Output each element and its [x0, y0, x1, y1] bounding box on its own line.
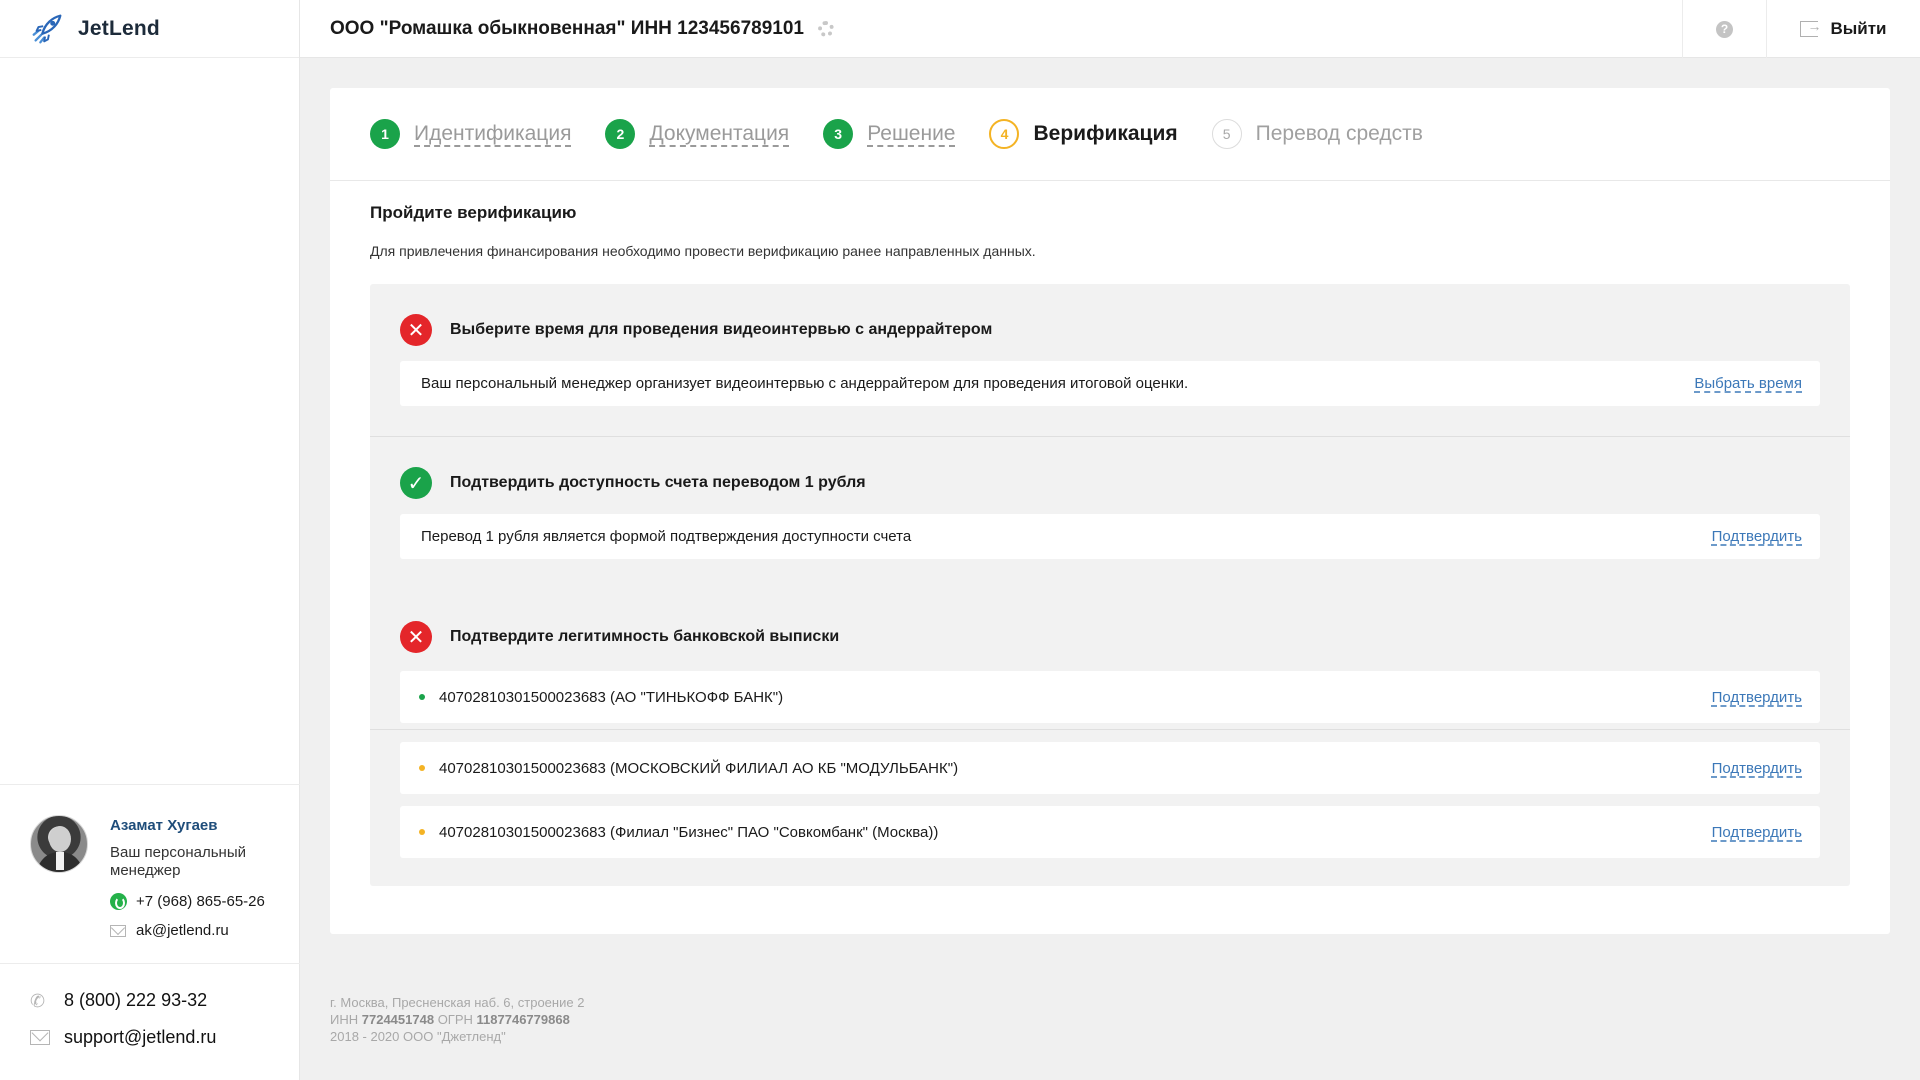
step-label: Документация: [649, 122, 790, 145]
logout-label: Выйти: [1830, 19, 1887, 38]
step-number: 3: [823, 119, 854, 149]
company-title: ООО "Ромашка обыкновенная" ИНН 123456789…: [330, 17, 804, 39]
support-email-text: support@jetlend.ru: [64, 1027, 217, 1047]
logo-text: JetLend: [78, 16, 160, 40]
step-label: Перевод средств: [1255, 122, 1423, 145]
step-number: 5: [1211, 119, 1242, 149]
help-button[interactable]: ?: [1682, 0, 1766, 58]
avatar: [30, 815, 88, 873]
confirm-link[interactable]: Подтвердить: [1712, 528, 1802, 545]
mail-icon: [30, 1030, 50, 1045]
step-verification: 4 Верификация: [989, 119, 1178, 149]
footer-registration: ИНН 7724451748 ОГРН 1187746779868: [330, 1012, 570, 1027]
step-decision[interactable]: 3 Решение: [823, 119, 955, 149]
manager-phone-text: +7 (968) 865-65-26: [136, 893, 265, 910]
step-documentation[interactable]: 2 Документация: [605, 119, 789, 149]
footer-copyright: 2018 - 2020 ООО "Джетленд": [330, 1029, 506, 1044]
logout-icon: [1800, 18, 1821, 37]
header: ООО "Ромашка обыкновенная" ИНН 123456789…: [300, 0, 1920, 58]
whatsapp-icon: [110, 893, 127, 910]
personal-manager: Азамат Хугаев Ваш персональный менеджер …: [0, 784, 300, 964]
table-row: 40702810301500023683 (АО "ТИНЬКОФФ БАНК"…: [400, 671, 1820, 723]
stepper: 1 Идентификация 2 Документация 3 Решение…: [330, 88, 1890, 181]
manager-name: Азамат Хугаев: [110, 817, 218, 834]
logo[interactable]: JetLend: [0, 0, 299, 58]
confirm-link[interactable]: Подтвердить: [1712, 689, 1802, 706]
section-title: Подтвердите легитимность банковской выпи…: [450, 628, 840, 645]
status-dot: [419, 765, 425, 771]
verification-card: 1 Идентификация 2 Документация 3 Решение…: [330, 88, 1890, 934]
step-label: Решение: [867, 122, 956, 145]
row-text: Ваш персональный менеджер организует вид…: [421, 375, 1189, 392]
list-item: Ваш персональный менеджер организует вид…: [400, 361, 1820, 406]
account-text: 40702810301500023683 (Филиал "Бизнес" ПА…: [439, 823, 939, 841]
status-dot: [419, 694, 425, 700]
page-title: Пройдите верификацию: [370, 203, 577, 222]
logout-button[interactable]: Выйти: [1766, 0, 1920, 58]
step-number: 1: [370, 119, 400, 149]
cross-icon: ✕: [400, 314, 432, 346]
sidebar: JetLend Азамат Хугаев Ваш персональный м…: [0, 0, 300, 1080]
account-text: 40702810301500023683 (АО "ТИНЬКОФФ БАНК"…: [439, 688, 784, 706]
section-video-interview: ✕ Выберите время для проведения видеоинт…: [370, 284, 1850, 437]
step-identification[interactable]: 1 Идентификация: [370, 119, 571, 149]
table-row: 40702810301500023683 (Филиал "Бизнес" ПА…: [400, 806, 1820, 858]
status-dot: [419, 829, 425, 835]
step-number: 2: [605, 119, 636, 149]
section-title: Подтвердить доступность счета переводом …: [450, 474, 866, 491]
cross-icon: ✕: [400, 621, 432, 653]
page-subtitle: Для привлечения финансирования необходим…: [370, 243, 1036, 259]
support-email[interactable]: support@jetlend.ru: [30, 1027, 216, 1048]
confirm-link[interactable]: Подтвердить: [1712, 824, 1802, 841]
support-phone-text: 8 (800) 222 93-32: [64, 990, 208, 1010]
help-icon: ?: [1716, 20, 1733, 38]
table-row: 40702810301500023683 (МОСКОВСКИЙ ФИЛИАЛ …: [400, 742, 1820, 794]
support-contacts: ✆ 8 (800) 222 93-32 support@jetlend.ru: [30, 990, 216, 1064]
section-ruble-transfer: ✓ Подтвердить доступность счета переводо…: [370, 437, 1850, 587]
gear-icon[interactable]: [817, 20, 834, 37]
confirm-link[interactable]: Подтвердить: [1712, 760, 1802, 777]
footer-inn: 7724451748: [361, 1012, 435, 1027]
row-text: Перевод 1 рубля является формой подтверж…: [421, 528, 912, 545]
verification-panel: ✕ Выберите время для проведения видеоинт…: [370, 284, 1850, 886]
manager-email[interactable]: ak@jetlend.ru: [110, 922, 265, 939]
list-item: Перевод 1 рубля является формой подтверж…: [400, 514, 1820, 559]
step-transfer: 5 Перевод средств: [1211, 119, 1423, 149]
step-number: 4: [989, 119, 1020, 149]
section-bank-statement: ✕ Подтвердите легитимность банковской вы…: [370, 587, 1850, 886]
section-title: Выберите время для проведения видеоинтер…: [450, 321, 993, 338]
rocket-icon: [32, 14, 62, 43]
step-label: Верификация: [1033, 122, 1178, 145]
choose-time-link[interactable]: Выбрать время: [1694, 375, 1802, 392]
check-icon: ✓: [400, 467, 432, 499]
phone-icon: ✆: [30, 990, 46, 1011]
manager-role: Ваш персональный менеджер: [110, 844, 247, 879]
step-label: Идентификация: [414, 122, 572, 145]
footer-ogrn: 1187746779868: [476, 1012, 570, 1027]
account-text: 40702810301500023683 (МОСКОВСКИЙ ФИЛИАЛ …: [439, 759, 959, 777]
manager-phone[interactable]: +7 (968) 865-65-26: [110, 893, 265, 910]
footer: г. Москва, Пресненская наб. 6, строение …: [330, 994, 584, 1045]
footer-address: г. Москва, Пресненская наб. 6, строение …: [330, 995, 585, 1010]
support-phone[interactable]: ✆ 8 (800) 222 93-32: [30, 990, 216, 1011]
mail-icon: [110, 924, 126, 937]
manager-email-text: ak@jetlend.ru: [136, 922, 229, 939]
